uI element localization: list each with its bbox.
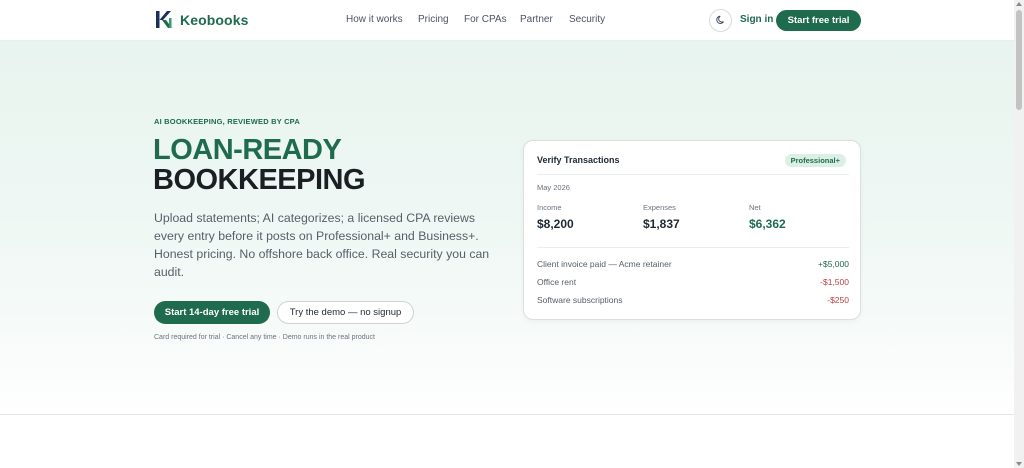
transaction-amount: -$1,500 xyxy=(820,277,849,287)
stat-net: Net $6,362 xyxy=(749,203,786,231)
nav-how-it-works[interactable]: How it works xyxy=(346,14,403,25)
card-divider xyxy=(537,174,849,175)
hero-description: Upload statements; AI categorizes; a lic… xyxy=(154,211,490,279)
transaction-name: Client invoice paid — Acme retainer xyxy=(537,259,672,269)
transaction-amount: -$250 xyxy=(827,295,849,305)
stat-income: Income $8,200 xyxy=(537,203,574,231)
card-month: May 2026 xyxy=(537,183,570,192)
plan-badge: Professional+ xyxy=(784,154,846,167)
stat-value: $6,362 xyxy=(749,217,786,231)
transaction-name: Software subscriptions xyxy=(537,295,623,305)
moon-icon xyxy=(715,12,726,30)
transaction-row[interactable]: Software subscriptions -$250 xyxy=(537,295,849,305)
sign-in-link[interactable]: Sign in xyxy=(740,14,773,25)
hero-fine-print: Card required for trial · Cancel any tim… xyxy=(154,334,375,341)
logo[interactable]: Keobooks xyxy=(155,10,248,29)
transaction-name: Office rent xyxy=(537,277,577,287)
hero-headline-line-1: LOAN-READY xyxy=(153,134,342,166)
theme-toggle-button[interactable] xyxy=(709,9,732,32)
start-free-trial-button[interactable]: Start free trial xyxy=(776,10,861,31)
verify-transactions-card: Verify Transactions Professional+ May 20… xyxy=(523,140,861,320)
nav-for-cpas[interactable]: For CPAs xyxy=(464,14,507,25)
transaction-row[interactable]: Client invoice paid — Acme retainer +$5,… xyxy=(537,259,849,269)
stat-label: Net xyxy=(749,203,761,212)
hero-section: AI BOOKKEEPING, REVIEWED BY CPA LOAN-REA… xyxy=(0,41,1014,415)
hero-headline-line-2: BOOKKEEPING xyxy=(153,164,366,196)
scrollbar-thumb[interactable] xyxy=(1016,10,1022,110)
try-demo-button[interactable]: Try the demo — no signup xyxy=(277,301,414,324)
transaction-amount: +$5,000 xyxy=(818,259,849,269)
card-divider xyxy=(537,247,849,248)
nav-pricing[interactable]: Pricing xyxy=(418,14,449,25)
transaction-row[interactable]: Office rent -$1,500 xyxy=(537,277,849,287)
stat-label: Income xyxy=(537,203,562,212)
stat-value: $1,837 xyxy=(643,217,680,231)
start-14-day-trial-button[interactable]: Start 14-day free trial xyxy=(154,301,270,324)
logo-text: Keobooks xyxy=(180,11,249,28)
nav-security[interactable]: Security xyxy=(569,14,605,25)
nav-partner[interactable]: Partner xyxy=(520,14,553,25)
stat-label: Expenses xyxy=(643,203,676,212)
hero-eyebrow: AI BOOKKEEPING, REVIEWED BY CPA xyxy=(154,117,300,126)
logo-icon xyxy=(155,10,174,29)
card-title: Verify Transactions xyxy=(537,155,620,165)
page-scrollbar[interactable] xyxy=(1014,0,1024,468)
scroll-down-arrow-icon[interactable] xyxy=(1016,462,1022,466)
stat-expenses: Expenses $1,837 xyxy=(643,203,680,231)
stat-value: $8,200 xyxy=(537,217,574,231)
site-header: Keobooks How it works Pricing For CPAs P… xyxy=(0,0,1014,41)
scroll-up-arrow-icon[interactable] xyxy=(1016,2,1022,6)
